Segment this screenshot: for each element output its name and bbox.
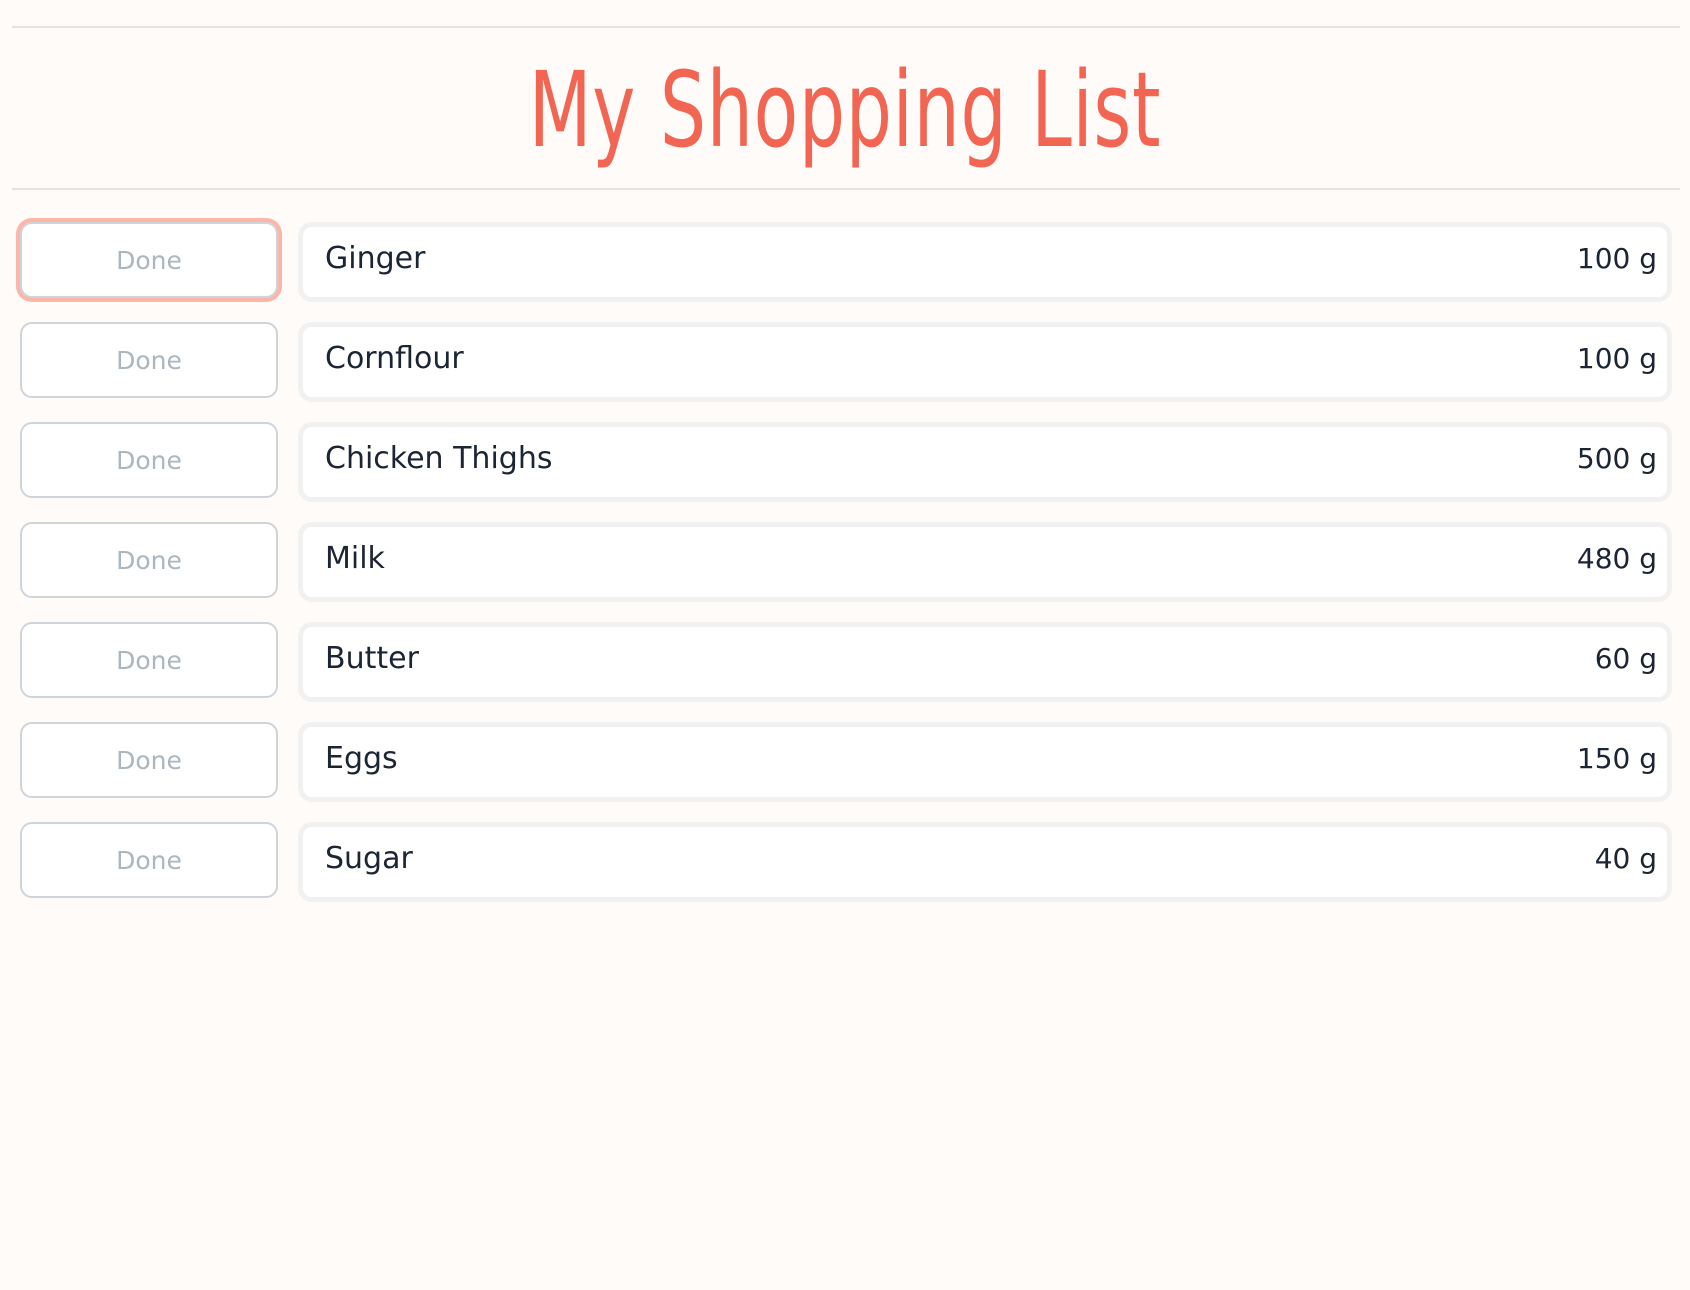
item-field[interactable]: Eggs 150 g [298,722,1672,802]
list-item: Done Eggs 150 g [0,722,1690,802]
item-quantity: 40 g [1594,842,1657,875]
item-name: Chicken Thighs [325,441,553,476]
item-field[interactable]: Butter 60 g [298,622,1672,702]
item-name: Butter [325,641,419,676]
shopping-list-page: My Shopping List Done Ginger 100 g Done … [0,0,1690,1290]
done-button[interactable]: Done [20,522,278,598]
list-item: Done Ginger 100 g [0,222,1690,302]
list-item: Done Milk 480 g [0,522,1690,602]
list-item: Done Chicken Thighs 500 g [0,422,1690,502]
item-field[interactable]: Chicken Thighs 500 g [298,422,1672,502]
list-item: Done Butter 60 g [0,622,1690,702]
item-name: Milk [325,541,385,576]
item-name: Eggs [325,741,398,776]
done-button[interactable]: Done [20,622,278,698]
item-quantity: 100 g [1576,242,1657,275]
shopping-list: Done Ginger 100 g Done Cornflour 100 g D… [0,0,1690,1290]
list-item: Done Sugar 40 g [0,822,1690,902]
item-field[interactable]: Cornflour 100 g [298,322,1672,402]
done-button[interactable]: Done [20,322,278,398]
item-quantity: 500 g [1576,442,1657,475]
item-name: Cornflour [325,341,464,376]
item-name: Sugar [325,841,413,876]
item-field[interactable]: Ginger 100 g [298,222,1672,302]
item-quantity: 100 g [1576,342,1657,375]
done-button[interactable]: Done [20,222,278,298]
list-item: Done Cornflour 100 g [0,322,1690,402]
item-name: Ginger [325,241,426,276]
done-button[interactable]: Done [20,822,278,898]
item-quantity: 480 g [1576,542,1657,575]
done-button[interactable]: Done [20,422,278,498]
item-field[interactable]: Sugar 40 g [298,822,1672,902]
item-quantity: 60 g [1594,642,1657,675]
item-field[interactable]: Milk 480 g [298,522,1672,602]
done-button[interactable]: Done [20,722,278,798]
item-quantity: 150 g [1576,742,1657,775]
